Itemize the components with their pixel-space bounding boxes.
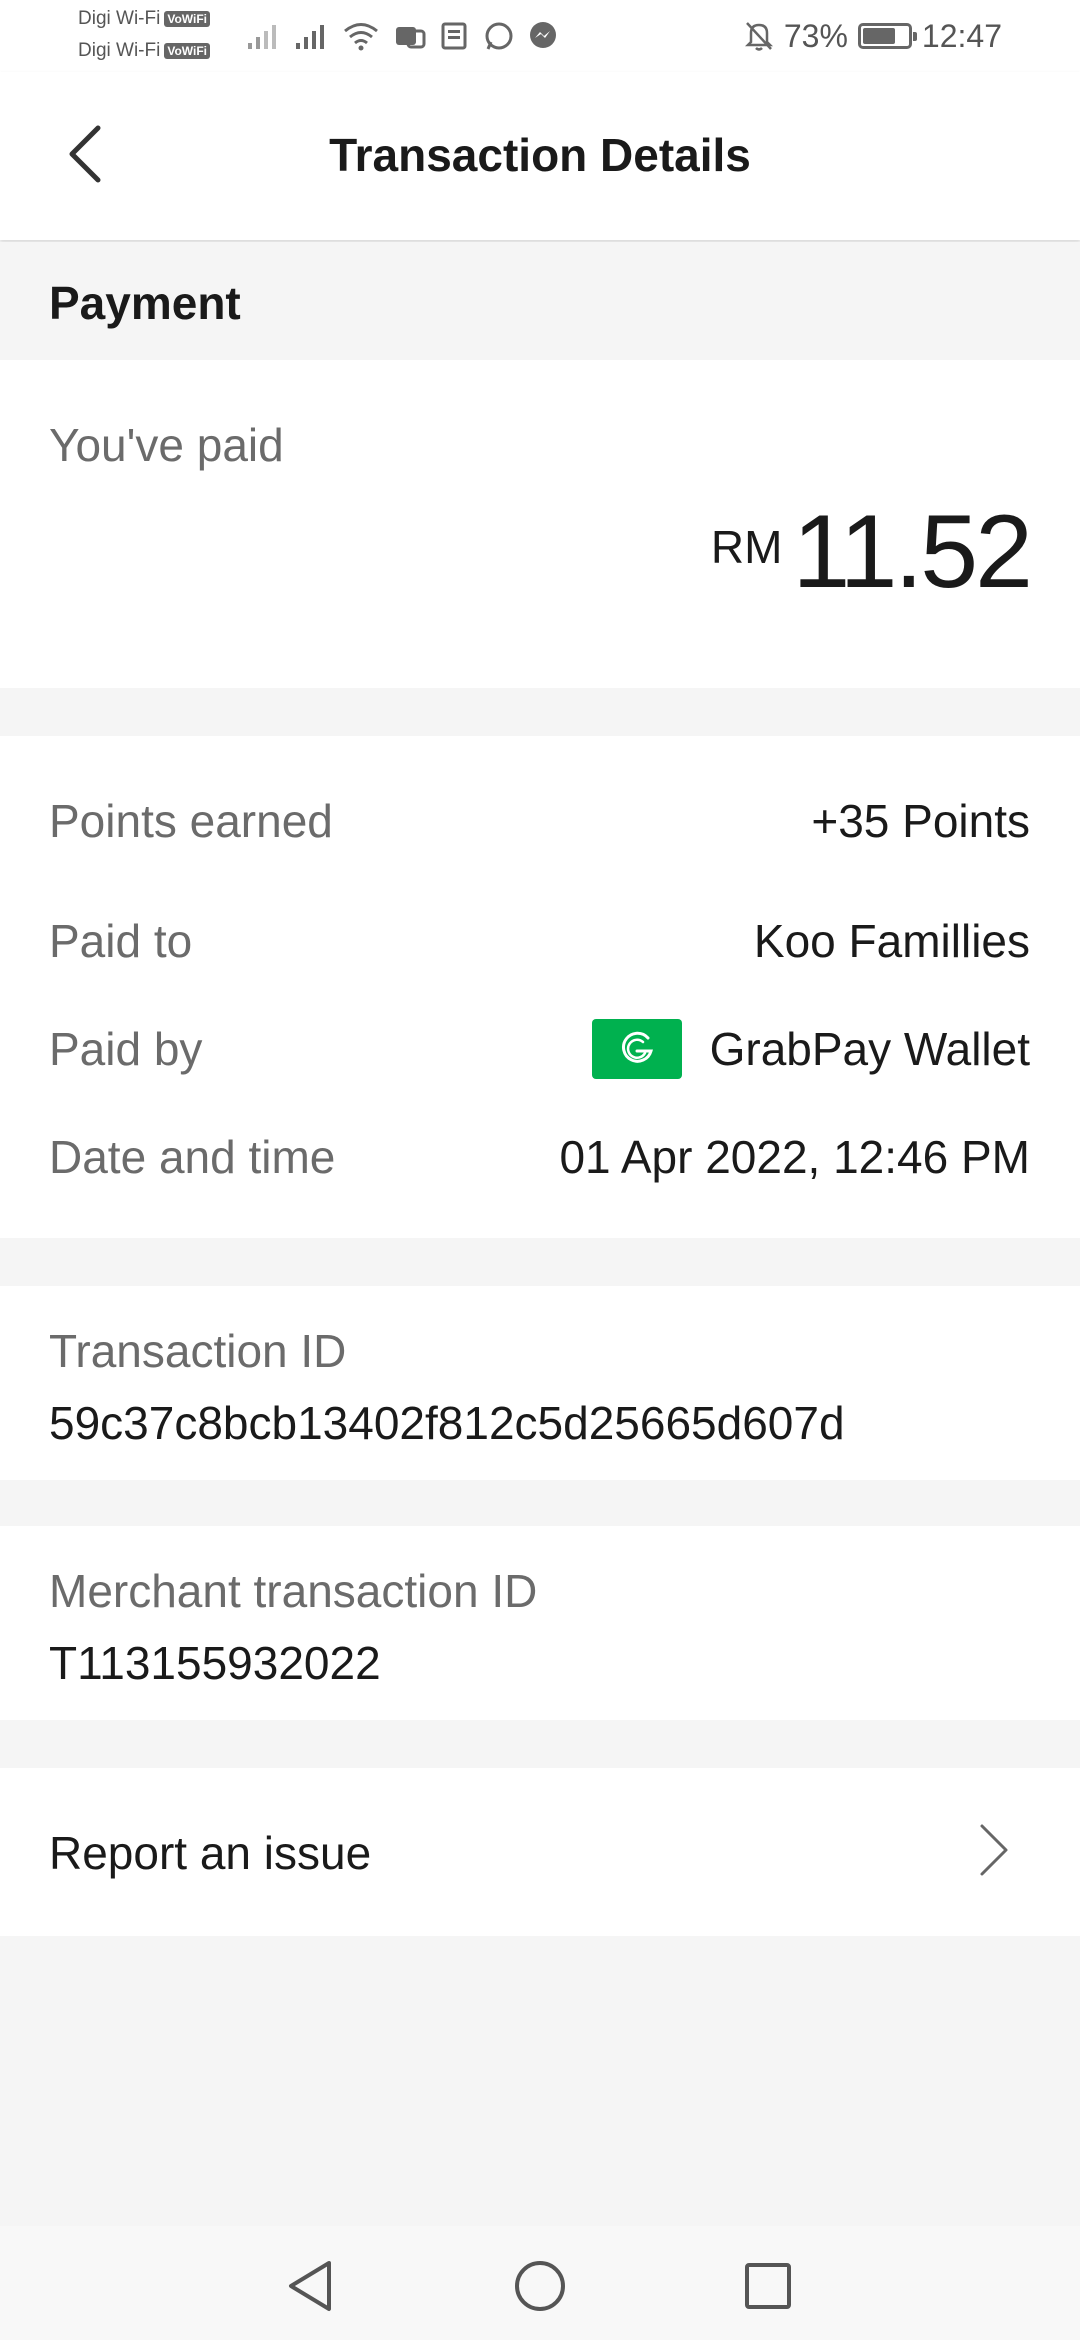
vowifi-badge: VoWiFi [164,10,210,27]
app-header: Transaction Details [0,72,1080,240]
payment-amount-card: You've paid RM 11.52 [0,360,1080,688]
detail-row-paid-by: Paid by GrabPay Wallet [49,1014,1030,1084]
nav-back-button[interactable] [278,2254,342,2318]
status-bar: Digi Wi-Fi VoWiFi Digi Wi-Fi VoWiFi 73% … [0,0,1080,72]
section-header: Payment [0,242,1080,360]
nav-recents-button[interactable] [736,2254,800,2318]
amount-value: 11.52 [792,494,1033,610]
detail-value: +35 Points [811,795,1030,847]
notification-icon [396,27,426,49]
notification-icon [441,22,467,50]
wifi-icon [344,23,378,51]
transaction-id-label: Transaction ID [49,1325,347,1377]
recents-square-icon [745,2263,791,2309]
grabpay-logo-icon [591,1019,682,1079]
detail-row-paid-to: Paid to Koo Famillies [49,906,1030,976]
battery-icon [857,23,917,49]
amount-display: RM 11.52 [710,494,1033,610]
carrier-name: Digi Wi-Fi [78,40,161,61]
detail-value: GrabPay Wallet [709,1023,1030,1075]
battery-fill [862,28,896,44]
page-title: Transaction Details [329,129,751,181]
section-title: Payment [49,277,241,329]
transaction-id-card: Transaction ID 59c37c8bcb13402f812c5d256… [0,1286,1080,1480]
detail-value-wrap: GrabPay Wallet [591,1019,1030,1079]
status-icons [246,18,558,54]
home-circle-icon [515,2261,565,2311]
signal-icon [296,25,324,49]
status-time: 12:47 [921,17,1002,54]
carrier-name: Digi Wi-Fi [78,8,161,29]
detail-label: Points earned [49,795,333,847]
detail-label: Paid by [49,1023,203,1075]
report-issue-button[interactable]: Report an issue [0,1768,1080,1936]
back-triangle-icon [289,2261,331,2311]
nav-home-button[interactable] [508,2254,572,2318]
merchant-transaction-id-card: Merchant transaction ID T113155932022 [0,1526,1080,1720]
detail-row-date-time: Date and time 01 Apr 2022, 12:46 PM [49,1122,1030,1192]
detail-label: Paid to [49,915,193,967]
carrier-label: Digi Wi-Fi VoWiFi [78,8,210,30]
messenger-icon [530,22,556,48]
payment-details-card: Points earned +35 Points Paid to Koo Fam… [0,736,1080,1238]
carrier-label: Digi Wi-Fi VoWiFi [78,40,210,62]
vowifi-badge: VoWiFi [164,42,210,59]
battery-percent: 73% [783,17,848,54]
paid-label: You've paid [49,419,284,471]
report-issue-label: Report an issue [49,1827,372,1879]
merchant-transaction-id-label: Merchant transaction ID [49,1565,538,1617]
chevron-right-icon [964,1820,1024,1880]
detail-value: Koo Famillies [753,915,1030,967]
signal-icon [248,25,276,49]
detail-row-points: Points earned +35 Points [49,786,1030,856]
detail-label: Date and time [49,1131,336,1183]
bell-off-icon [744,22,773,51]
transaction-id-value: 59c37c8bcb13402f812c5d25665d607d [49,1397,845,1449]
whatsapp-icon [485,22,513,50]
detail-value: 01 Apr 2022, 12:46 PM [559,1131,1030,1183]
status-right: 73% 12:47 [744,16,1002,56]
currency-label: RM [710,521,783,573]
merchant-transaction-id-value: T113155932022 [49,1637,381,1689]
system-nav-bar [0,2226,1080,2340]
